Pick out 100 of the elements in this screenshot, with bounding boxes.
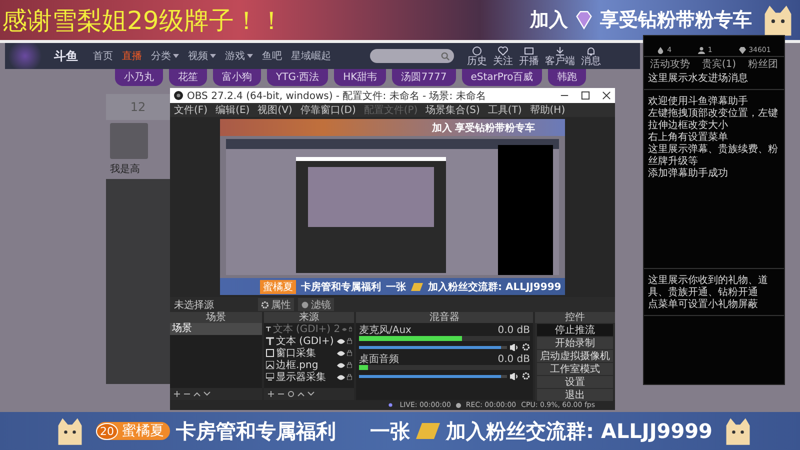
filter-icon <box>301 300 309 308</box>
category-pill[interactable]: 花笙 <box>169 69 207 86</box>
tool-label[interactable]: 开播 <box>519 56 539 66</box>
nav-link[interactable]: 星域崛起 <box>291 49 331 63</box>
enter-notice: 这里展示水友进场消息 <box>644 73 784 90</box>
record-dot-icon <box>456 402 461 408</box>
category-pill[interactable]: 韩跑 <box>548 69 586 86</box>
slogan-text: 享受钻粉带粉专车 <box>455 121 535 134</box>
menu-item[interactable]: 停靠窗口(D) <box>300 103 356 117</box>
window-title: OBS 27.2.4 (64-bit, windows) - 配置文件: 未命名 - 场景: 未命名 <box>187 90 486 102</box>
nav-link[interactable]: 视频 <box>188 49 216 63</box>
menu-item[interactable]: 视图(V) <box>258 103 292 117</box>
add-remove-gear-icons[interactable] <box>267 390 317 398</box>
category-pill[interactable]: YTG·西法 <box>267 69 328 86</box>
badge-name: 蜜橘夏 <box>122 422 164 440</box>
person-icon <box>698 46 705 54</box>
category-pill[interactable]: 富小狗 <box>213 69 261 86</box>
control-button[interactable]: 启动虚拟摄像机 <box>537 350 613 362</box>
gear-icon[interactable] <box>522 372 530 380</box>
thanks-text: 感谢雪梨姐29级牌子！！ <box>2 4 284 36</box>
tool-label[interactable]: 消息 <box>581 56 601 66</box>
lock-icon[interactable] <box>347 374 352 380</box>
source-item[interactable]: 文本 (GDI+) 2 <box>272 322 340 336</box>
badge-level: 20 <box>96 422 118 440</box>
menu-item[interactable]: 文件(F) <box>174 103 208 117</box>
source-item[interactable]: 边框.png <box>276 358 335 372</box>
nav-link[interactable]: 游戏 <box>225 49 253 63</box>
lock-icon[interactable] <box>347 362 352 368</box>
download-icon[interactable] <box>555 46 565 56</box>
source-item[interactable]: 文本 (GDI+) <box>276 334 335 348</box>
group-text: 加入粉丝交流群: ALLJJ9999 <box>428 280 562 294</box>
window-icon <box>266 349 274 357</box>
control-button[interactable]: 停止推流 <box>537 324 613 336</box>
source-button[interactable]: 滤镜 <box>298 298 334 311</box>
perk-text: 卡房管和专属福利 <box>301 280 381 294</box>
speaker-icon[interactable] <box>510 344 519 350</box>
join-text: 加入 <box>432 122 452 134</box>
heart-icon[interactable] <box>498 46 508 56</box>
tool-label[interactable]: 客户端 <box>545 56 575 66</box>
avatar-placeholder <box>110 123 148 159</box>
clock-icon[interactable] <box>472 46 482 56</box>
panel-tab[interactable]: 活动攻势 <box>650 59 690 71</box>
lock-icon[interactable] <box>347 338 352 344</box>
camera-icon[interactable] <box>524 46 534 56</box>
nav-link[interactable]: 鱼吧 <box>262 49 282 63</box>
eye-icon[interactable] <box>337 374 345 380</box>
help-message: 欢迎使用斗鱼弹幕助手 <box>647 96 749 108</box>
flame-icon <box>657 46 664 54</box>
help-message: 添加弹幕助手成功 <box>647 168 729 180</box>
text-icon <box>266 337 274 345</box>
site-logo[interactable]: 斗鱼 <box>54 48 78 64</box>
source-item[interactable]: 显示器采集 <box>276 370 335 384</box>
menu-item[interactable]: 场景集合(S) <box>426 103 480 117</box>
nav-link[interactable]: 直播 <box>122 49 142 63</box>
streamer-name[interactable]: 我是高 <box>110 162 170 176</box>
category-pill[interactable]: 汤圆7777 <box>392 69 456 86</box>
ingot-icon <box>416 423 440 439</box>
gift-message: 这里展示你收到的礼物、道具、贵族开通、钻粉开通 <box>647 275 769 298</box>
close-icon[interactable] <box>602 91 611 100</box>
search-field[interactable] <box>370 49 454 63</box>
control-button[interactable]: 开始录制 <box>537 337 613 349</box>
panel-tab[interactable]: 贵宾(1) <box>702 59 736 71</box>
tool-label[interactable]: 关注 <box>493 56 513 66</box>
source-item[interactable]: 窗口采集 <box>276 346 335 360</box>
bell-icon[interactable] <box>586 46 596 56</box>
control-button[interactable]: 退出 <box>537 389 613 401</box>
dock-title: 来源 <box>299 312 319 323</box>
speaker-icon[interactable] <box>510 372 519 380</box>
category-pill[interactable]: eStarPro百威 <box>462 69 542 86</box>
menu-item[interactable]: 编辑(E) <box>216 103 250 117</box>
eye-icon[interactable] <box>337 350 345 356</box>
scene-item[interactable]: 场景 <box>170 323 262 335</box>
category-pill[interactable]: HK甜韦 <box>334 69 386 86</box>
ticket-text: 一张 <box>370 418 410 444</box>
maximize-icon[interactable] <box>581 91 590 100</box>
dock-title: 控件 <box>565 312 585 323</box>
image-icon <box>266 361 274 369</box>
control-button[interactable]: 工作室模式 <box>537 363 613 375</box>
eye-icon[interactable] <box>337 362 345 368</box>
lock-icon[interactable] <box>348 326 352 332</box>
menu-item[interactable]: 工具(T) <box>488 103 522 117</box>
panel-tab[interactable]: 粉丝团 <box>748 59 778 71</box>
perk-text: 卡房管和专属福利 <box>176 418 336 444</box>
menu-item[interactable]: 帮助(H) <box>530 103 566 117</box>
add-remove-move-icons[interactable] <box>173 390 213 398</box>
control-button[interactable]: 设置 <box>537 376 613 388</box>
eye-icon[interactable] <box>337 338 345 344</box>
tool-label[interactable]: 历史 <box>467 56 487 66</box>
source-button[interactable]: 属性 <box>258 298 294 311</box>
name-badge: 蜜橘夏 <box>260 280 296 294</box>
lock-icon[interactable] <box>347 350 352 356</box>
join-text: 加入 <box>530 8 568 33</box>
gift-message: 点菜单可设置小礼物屏蔽 <box>647 299 759 311</box>
gear-icon[interactable] <box>522 343 530 351</box>
dock-title: 场景 <box>206 312 226 323</box>
nav-link[interactable]: 分类 <box>151 49 179 63</box>
nav-link[interactable]: 首页 <box>93 49 113 63</box>
no-source-label: 未选择源 <box>174 298 215 312</box>
category-pill[interactable]: 小乃丸 <box>115 69 163 86</box>
db-reading: 0.0 dB <box>498 325 530 336</box>
